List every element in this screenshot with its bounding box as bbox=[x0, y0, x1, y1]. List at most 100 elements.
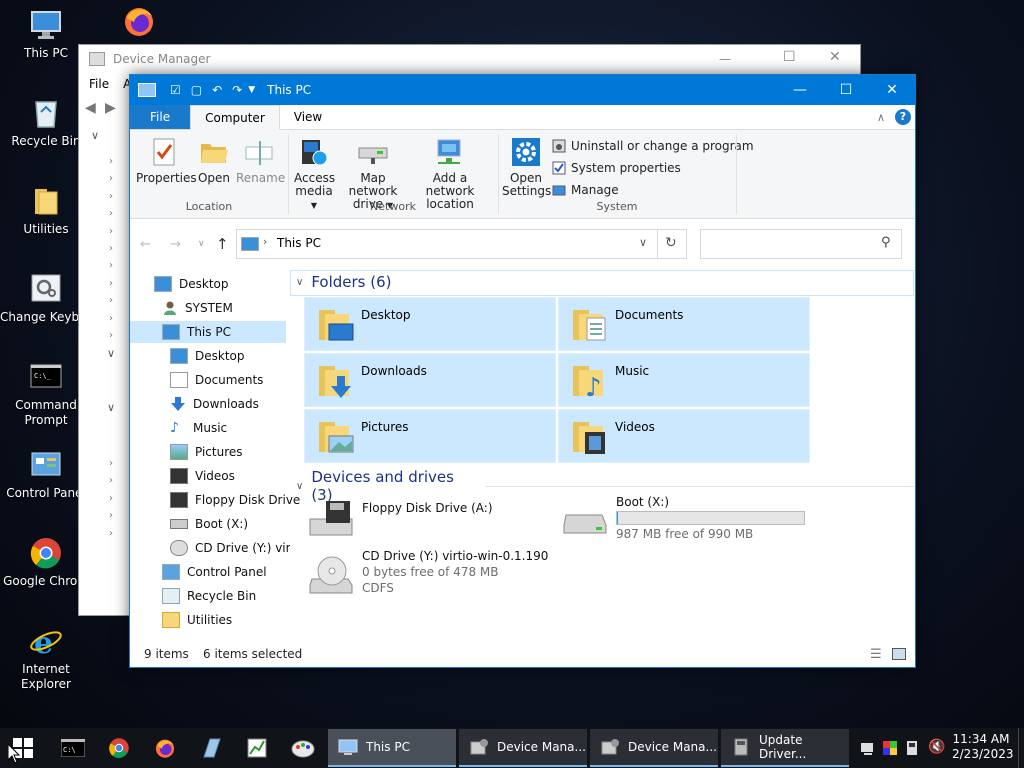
network-tray-icon[interactable] bbox=[860, 740, 876, 756]
recent-locations-icon[interactable]: ∨ bbox=[198, 239, 205, 249]
uninstall-program-button[interactable]: Uninstall or change a program bbox=[552, 136, 754, 156]
drive-tile-boot[interactable]: Boot (X:) 987 MB free of 990 MB bbox=[562, 493, 822, 541]
uninstall-icon bbox=[552, 139, 566, 153]
forward-arrow-icon[interactable]: ▶ bbox=[105, 100, 116, 116]
taskbar-firefox[interactable] bbox=[142, 728, 188, 768]
computer-icon bbox=[162, 324, 180, 340]
open-button[interactable]: Open bbox=[194, 136, 234, 185]
nav-item-recycle-bin[interactable]: Recycle Bin bbox=[130, 585, 286, 607]
folder-tile-music[interactable]: ♪ Music bbox=[558, 353, 810, 407]
usb-tray-icon[interactable] bbox=[904, 740, 920, 756]
large-icons-view-icon[interactable] bbox=[892, 648, 906, 660]
taskbar-command-prompt[interactable]: C:\ bbox=[50, 728, 96, 768]
taskbar-app-paint[interactable] bbox=[280, 728, 326, 768]
minimize-button[interactable]: — bbox=[777, 75, 823, 105]
refresh-button[interactable]: ↻ bbox=[656, 229, 687, 259]
desktop-icon-internet-explorer[interactable]: e Internet Explorer bbox=[0, 624, 92, 692]
folder-tile-videos[interactable]: Videos bbox=[558, 409, 810, 463]
taskbar-app-chart[interactable] bbox=[234, 728, 280, 768]
tab-view[interactable]: View bbox=[280, 105, 336, 129]
nav-item-system[interactable]: SYSTEM bbox=[130, 297, 286, 319]
address-bar[interactable]: › This PC ∨ bbox=[236, 229, 658, 259]
nav-item-cd-drive[interactable]: CD Drive (Y:) virtic bbox=[130, 537, 290, 559]
back-arrow-icon[interactable]: ← bbox=[140, 237, 151, 252]
computer-icon bbox=[29, 8, 63, 42]
nav-item-desktop[interactable]: Desktop bbox=[130, 273, 286, 295]
status-selection-count: 6 items selected bbox=[203, 647, 303, 661]
collapse-ribbon-icon[interactable]: ∧ bbox=[877, 105, 885, 129]
tab-file[interactable]: File bbox=[130, 105, 191, 129]
details-view-icon[interactable]: ☰ bbox=[870, 647, 882, 662]
tree-expanded-icon[interactable]: ∨ bbox=[107, 347, 115, 360]
nav-item-this-pc[interactable]: This PC bbox=[130, 321, 286, 343]
folder-tile-documents[interactable]: Documents bbox=[558, 297, 810, 351]
nav-item-desktop[interactable]: Desktop bbox=[130, 345, 286, 367]
forward-arrow-icon[interactable]: → bbox=[170, 237, 181, 252]
nav-item-music[interactable]: ♪ Music bbox=[130, 417, 286, 439]
maximize-icon[interactable]: ☐ bbox=[783, 49, 796, 65]
this-pc-small-icon bbox=[241, 237, 259, 251]
taskbar-task-device-manager-2[interactable]: Device Mana... bbox=[590, 729, 718, 767]
svg-text:C:\_: C:\_ bbox=[34, 372, 52, 380]
drive-tile-floppy[interactable]: Floppy Disk Drive (A:) bbox=[308, 497, 548, 541]
folder-tile-pictures[interactable]: Pictures bbox=[304, 409, 556, 463]
clock[interactable]: 11:34 AM 2/23/2023 bbox=[952, 732, 1014, 762]
close-button[interactable]: ✕ bbox=[869, 75, 915, 105]
nav-item-videos[interactable]: Videos bbox=[130, 465, 286, 487]
system-properties-button[interactable]: System properties bbox=[552, 158, 681, 178]
explorer-titlebar[interactable]: ☑ ▢ ↶ ↷ ▼ This PC — ☐ ✕ bbox=[130, 75, 915, 105]
rename-button[interactable]: Rename bbox=[236, 136, 285, 185]
close-icon[interactable]: ✕ bbox=[829, 49, 841, 65]
nav-item-utilities[interactable]: Utilities bbox=[130, 609, 286, 631]
nav-item-boot-drive[interactable]: Boot (X:) bbox=[130, 513, 286, 535]
up-arrow-icon[interactable]: ↑ bbox=[216, 235, 229, 253]
taskbar-task-update-driver[interactable]: Update Driver... bbox=[721, 729, 849, 767]
maximize-button[interactable]: ☐ bbox=[823, 75, 869, 105]
search-input[interactable]: ⚲ bbox=[700, 229, 902, 259]
quick-properties-icon[interactable]: ☑ bbox=[170, 83, 181, 97]
nav-item-pictures[interactable]: Pictures bbox=[130, 441, 286, 463]
floppy-disk-icon bbox=[170, 492, 188, 508]
help-icon[interactable]: ? bbox=[895, 105, 911, 129]
back-arrow-icon[interactable]: ◀ bbox=[85, 100, 96, 116]
display-tray-icon[interactable] bbox=[882, 740, 898, 756]
redo-icon[interactable]: ↷ bbox=[232, 83, 242, 97]
nav-item-documents[interactable]: Documents bbox=[130, 369, 286, 391]
tab-computer[interactable]: Computer bbox=[190, 105, 280, 130]
new-folder-icon[interactable]: ▢ bbox=[191, 83, 202, 97]
svg-text:C:\: C:\ bbox=[63, 746, 76, 754]
nav-item-control-panel[interactable]: Control Panel bbox=[130, 561, 286, 583]
folder-tile-desktop[interactable]: Desktop bbox=[304, 297, 556, 351]
customize-qat-icon[interactable]: ▼ bbox=[248, 85, 255, 95]
manage-button[interactable]: Manage bbox=[552, 180, 619, 200]
undo-icon[interactable]: ↶ bbox=[212, 83, 222, 97]
volume-muted-icon[interactable]: 🔇 bbox=[928, 739, 945, 755]
open-settings-button[interactable]: Open Settings bbox=[502, 136, 551, 198]
breadcrumb-this-pc[interactable]: This PC bbox=[277, 236, 321, 250]
firefox-icon[interactable] bbox=[122, 4, 156, 38]
address-dropdown-icon[interactable]: ∨ bbox=[639, 236, 647, 249]
taskbar-task-this-pc[interactable]: This PC bbox=[328, 729, 456, 767]
file-explorer-window[interactable]: ☑ ▢ ↶ ↷ ▼ This PC — ☐ ✕ File Computer Vi… bbox=[129, 74, 916, 668]
device-manager-titlebar[interactable]: Device Manager — ☐ ✕ bbox=[79, 45, 860, 73]
properties-button[interactable]: Properties bbox=[136, 136, 197, 185]
taskbar-chrome[interactable] bbox=[96, 728, 142, 768]
show-desktop-button[interactable] bbox=[1018, 728, 1024, 768]
chevron-down-icon: ∨ bbox=[296, 276, 304, 288]
tree-expanded-icon[interactable]: ∨ bbox=[107, 401, 115, 414]
status-item-count: 9 items bbox=[144, 647, 189, 661]
menu-file[interactable]: File bbox=[89, 77, 109, 91]
taskbar-task-device-manager-1[interactable]: Device Mana... bbox=[459, 729, 587, 767]
folder-tile-downloads[interactable]: Downloads bbox=[304, 353, 556, 407]
tree-collapse-icon[interactable]: ∨ bbox=[91, 129, 99, 142]
nav-item-floppy[interactable]: Floppy Disk Drive bbox=[130, 489, 300, 511]
taskbar-app-pen[interactable] bbox=[188, 728, 234, 768]
clock-time: 11:34 AM bbox=[952, 732, 1010, 746]
device-manager-icon bbox=[600, 738, 620, 756]
nav-item-downloads[interactable]: Downloads bbox=[130, 393, 286, 415]
control-panel-icon bbox=[162, 564, 180, 580]
minimize-icon[interactable]: — bbox=[719, 52, 731, 66]
floppy-disk-icon bbox=[308, 499, 354, 539]
drive-tile-cd[interactable]: CD Drive (Y:) virtio-win-0.1.190 0 bytes… bbox=[308, 549, 608, 605]
start-button[interactable] bbox=[0, 728, 46, 768]
